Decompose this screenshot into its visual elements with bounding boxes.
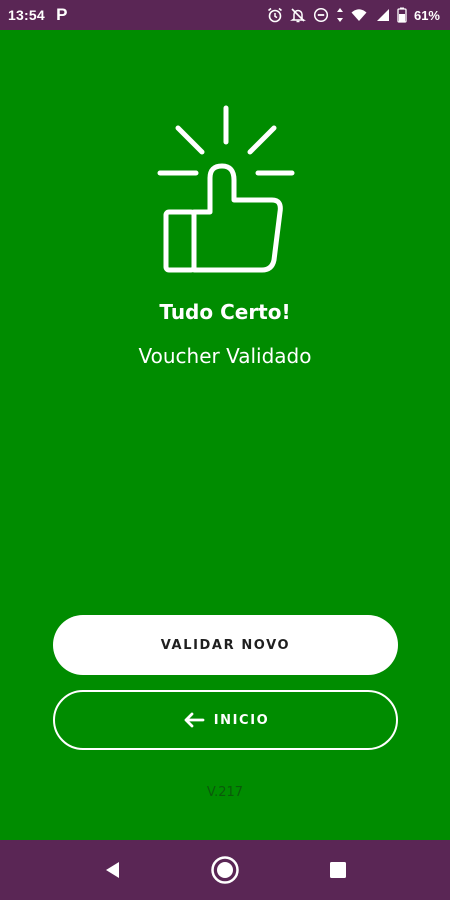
alarm-icon [267,7,283,23]
signal-icon [374,7,390,23]
home-icon[interactable] [210,855,240,885]
inicio-label: INICIO [213,712,270,728]
thumbs-up-icon [150,100,300,280]
validar-novo-button[interactable]: VALIDAR NOVO [53,615,398,675]
status-bar: 13:54 P 61% [0,0,450,30]
p-icon: P [56,5,68,24]
inicio-button[interactable]: INICIO [53,690,398,750]
back-icon[interactable] [97,855,127,885]
validation-screen: Tudo Certo! Voucher Validado VALIDAR NOV… [0,30,450,840]
navigation-bar [0,840,450,900]
page-title: Tudo Certo! [159,300,291,324]
wifi-icon [351,7,367,23]
recents-icon[interactable] [323,855,353,885]
arrow-left-icon [182,712,206,728]
battery-icon [397,7,407,23]
data-arrows-icon [336,7,344,23]
status-time: 13:54 [8,7,45,23]
notifications-off-icon [289,7,306,23]
version-label: V.217 [206,785,244,800]
status-left: 13:54 P [8,5,69,24]
page-subtitle: Voucher Validado [138,344,312,368]
do-not-disturb-icon [313,7,329,23]
battery-percent: 61% [413,7,440,23]
status-right: 61% [267,7,440,23]
